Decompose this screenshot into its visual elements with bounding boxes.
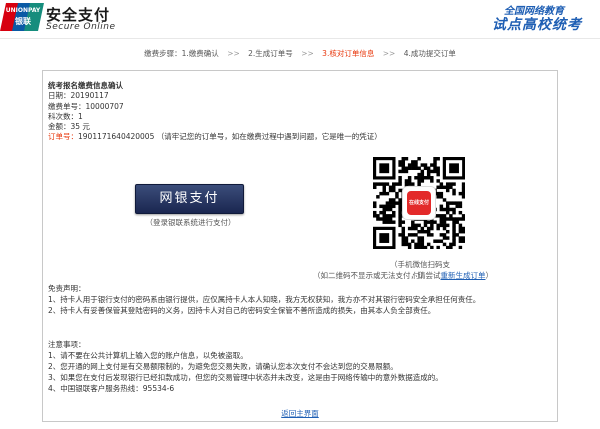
info-order-row: 订单号：1901171640420005 （请牢记您的订单号，如在缴费过程中遇到… [48, 132, 382, 142]
step-3-active: 3.核对订单信息 [322, 49, 375, 58]
order-number: 1901171640420005 [78, 132, 155, 142]
qr-hint: （如二维码不显示或无法支付，请尝试重新生成订单） [313, 270, 553, 281]
disclaimer-item: 1、持卡人用于银行支付的密码系由银行提供，应仅属持卡人本人知晓，我方无权获知，我… [48, 295, 481, 304]
qr-center-logo: 在线支付 [402, 186, 436, 220]
notes-item: 1、请不要在公共计算机上输入您的账户信息，以免被盗取。 [48, 351, 248, 360]
back-row: 返回主界面 [43, 408, 557, 419]
netbank-pay-button[interactable]: 网银支付 [135, 184, 244, 214]
notes-title: 注意事项： [48, 340, 86, 349]
notes-item: 2、您开通的网上支付是有交易额限制的，为避免您交易失败，请确认您本次支付不会达到… [48, 362, 398, 371]
disclaimer: 免责声明： 1、持卡人用于银行支付的密码系由银行提供，应仅属持卡人本人知晓，我方… [48, 283, 480, 316]
order-label: 订单号： [48, 132, 78, 142]
notes-item: 3、如果您在支付后发现银行已经扣款成功，但您的交易管理中状态并未改变，这是由于网… [48, 373, 443, 382]
back-to-main-link[interactable]: 返回主界面 [281, 409, 319, 418]
qr-logo-text: 在线支付 [407, 191, 431, 215]
disclaimer-item: 2、持卡人有妥善保管其登陆密码的义务，因持卡人对自己的密码安全保管不善所造成的损… [48, 306, 436, 315]
disclaimer-title: 免责声明： [48, 284, 86, 293]
order-confirm-panel: 统考报名缴费信息确认 日期：20190117 缴费单号：10000707 科次数… [42, 70, 558, 422]
step-separator: >> [301, 49, 314, 58]
order-note: （请牢记您的订单号，如在缴费过程中遇到问题，它是唯一的凭证） [156, 132, 382, 142]
step-separator: >> [227, 49, 240, 58]
info-title: 统考报名缴费信息确认 [48, 81, 123, 90]
pay-note: （登录银联系统进行支付） [145, 218, 236, 227]
notes-item: 4、中国银联客户服务热线：95534-6 [48, 384, 175, 393]
unionpay-logo: UNIONPAY 银联 [0, 3, 44, 31]
step-4: 4.成功提交订单 [403, 49, 456, 58]
info-amount: 金额：35 元 [48, 122, 90, 132]
step-separator: >> [382, 49, 396, 58]
info-subject-count: 科次数：1 [48, 111, 83, 121]
header-divider [0, 38, 600, 39]
logo-text-en: UNIONPAY [5, 7, 41, 14]
wechat-qr-code[interactable]: 在线支付 [373, 157, 466, 250]
brand-subtitle: Secure Online [46, 22, 116, 32]
qr-hint-prefix: （如二维码不显示或无法支付，请尝试 [313, 271, 441, 280]
regenerate-order-link[interactable]: 重新生成订单 [441, 271, 486, 280]
notes: 注意事项： 1、请不要在公共计算机上输入您的账户信息，以免被盗取。 2、您开通的… [48, 339, 443, 394]
qr-hint-suffix: ） [485, 271, 494, 280]
step-2: 2.生成订单号 [248, 49, 293, 58]
payment-steps: 缴费步骤：1.缴费确认 >> 2.生成订单号 >> 3.核对订单信息 >> 4.… [0, 48, 600, 59]
logo-text-cn: 银联 [15, 17, 31, 26]
info-fee-no: 缴费单号：10000707 [48, 101, 124, 111]
step-1: 缴费步骤：1.缴费确认 [144, 49, 219, 58]
order-info: 统考报名缴费信息确认 日期：20190117 缴费单号：10000707 科次数… [48, 81, 382, 143]
info-date: 日期：20190117 [48, 91, 109, 101]
header: UNIONPAY 银联 安全支付 Secure Online 全国网络教育 试点… [0, 0, 600, 36]
slogan-main: 试点高校统考 [492, 17, 582, 33]
